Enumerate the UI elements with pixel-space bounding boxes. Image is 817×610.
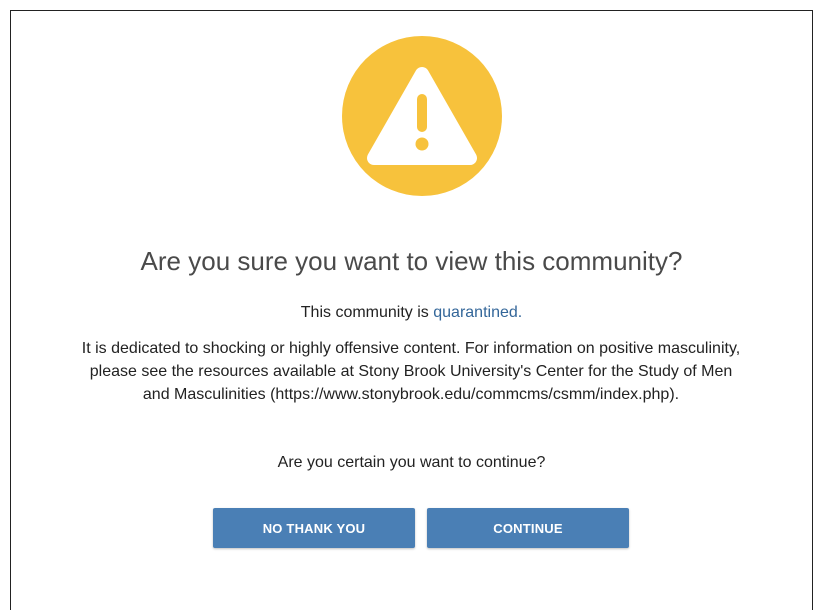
continue-button[interactable]: CONTINUE	[427, 508, 629, 548]
dialog-title: Are you sure you want to view this commu…	[140, 246, 683, 276]
community-description: It is dedicated to shocking or highly of…	[81, 340, 741, 403]
quarantine-dialog: Are you sure you want to view this commu…	[10, 10, 813, 610]
warning-triangle-icon	[367, 67, 477, 165]
quarantine-prefix: This community is	[300, 304, 434, 321]
confirm-question: Are you certain you want to continue?	[277, 454, 546, 471]
quarantined-link[interactable]: quarantined.	[433, 304, 522, 321]
quarantine-notice: This community is quarantined.	[11, 304, 812, 322]
no-thank-you-button[interactable]: NO THANK YOU	[213, 508, 415, 548]
warning-icon	[342, 36, 502, 196]
